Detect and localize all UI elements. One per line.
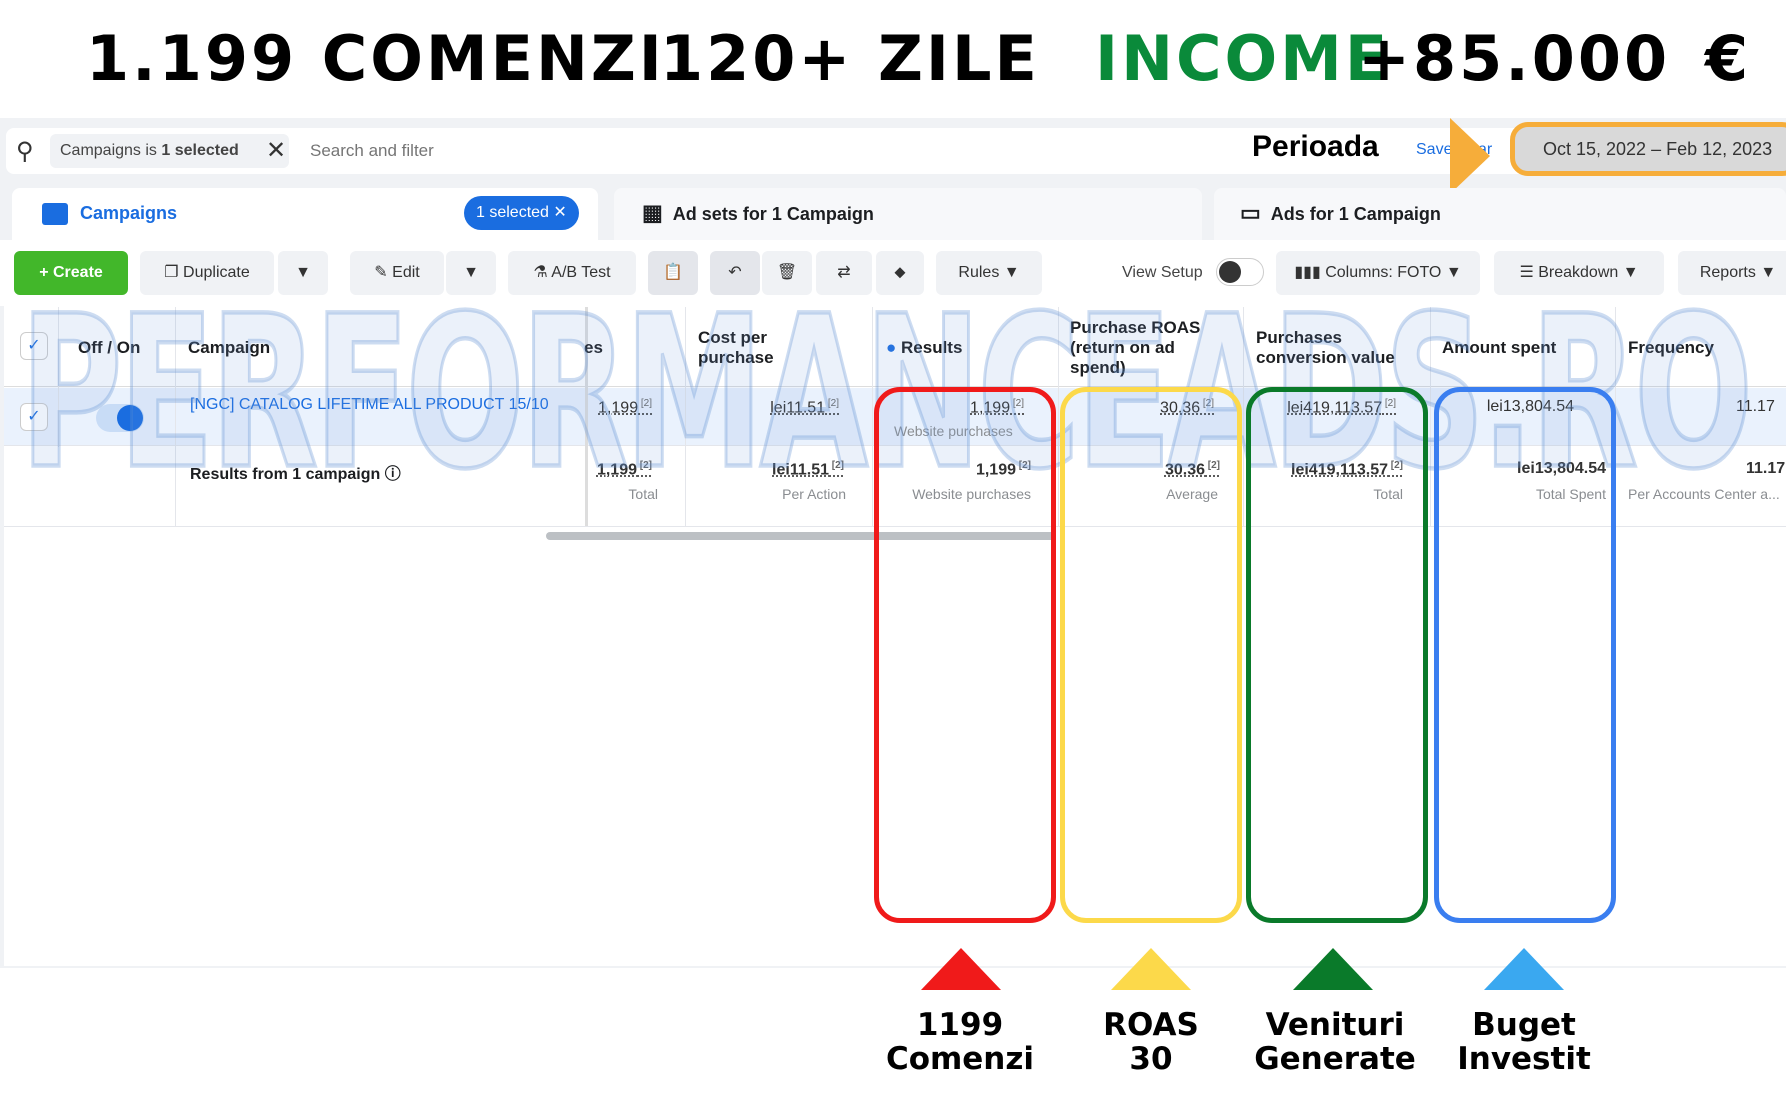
breakdown-icon: ☰	[1519, 264, 1534, 281]
col-roas[interactable]: Purchase ROAS (return on ad spend)	[1070, 318, 1220, 378]
ab-test-button[interactable]: ⚗ A/B Test	[508, 251, 636, 295]
trash-icon[interactable]: 🗑	[762, 251, 812, 295]
view-setup-label: View Setup	[1122, 264, 1203, 281]
period-label: Perioada	[1252, 130, 1379, 163]
row-cost: lei11.51 [2]	[770, 398, 839, 417]
annotation-revenue: Venituri Generate	[1254, 1007, 1416, 1077]
select-all-checkbox[interactable]: ✓	[20, 332, 48, 360]
preview-icon[interactable]: ⇄	[816, 251, 872, 295]
col-frequency[interactable]: Frequency	[1628, 338, 1714, 358]
reports-button[interactable]: Reports ▼	[1678, 251, 1786, 295]
folder-icon	[42, 203, 68, 226]
footnote-marker: [2]	[829, 460, 844, 471]
grid-icon: ▦	[642, 200, 663, 225]
edit-dropdown[interactable]: ▼	[446, 251, 496, 295]
close-icon[interactable]: ✕	[553, 204, 566, 221]
summary-cost-sub: Per Action	[782, 486, 846, 502]
summary-cost: lei11.51 [2]	[772, 460, 844, 479]
annotation-orders: 1199 Comenzi	[885, 1007, 1035, 1077]
arrow-up-icon	[1484, 948, 1564, 990]
arrow-pointer-icon	[1450, 118, 1490, 194]
col-cost[interactable]: Cost per purchase	[698, 328, 808, 368]
summary-frequency-sub: Per Accounts Center a...	[1628, 486, 1780, 502]
col-results[interactable]: ● Results	[886, 338, 962, 358]
headline-currency: €	[1705, 22, 1752, 95]
annotation-budget: Buget Investit	[1457, 1007, 1591, 1077]
arrow-up-icon	[1293, 948, 1373, 990]
filter-chip[interactable]: Campaigns is 1 selected	[50, 134, 289, 168]
search-icon: ⚲	[16, 138, 34, 165]
col-conv-value[interactable]: Purchases conversion value	[1256, 328, 1406, 368]
duplicate-button[interactable]: ❐ Duplicate	[140, 251, 274, 295]
columns-icon: ▮▮▮	[1294, 264, 1321, 281]
duplicate-icon: ❐	[164, 264, 179, 281]
date-range-picker[interactable]: Oct 15, 2022 – Feb 12, 2023	[1510, 122, 1786, 176]
highlight-budget	[1434, 387, 1616, 923]
breakdown-button[interactable]: ☰ Breakdown ▼	[1494, 251, 1664, 295]
campaign-link[interactable]: [NGC] CATALOG LIFETIME ALL PRODUCT 15/10	[190, 396, 549, 414]
tab-ads[interactable]: ▭ Ads for 1 Campaign	[1214, 188, 1786, 240]
col-purchases[interactable]: es	[584, 338, 603, 358]
info-icon[interactable]: ⓘ	[385, 466, 401, 483]
edit-button[interactable]: ✎ Edit	[350, 251, 444, 295]
columns-button[interactable]: ▮▮▮ Columns: FOTO ▼	[1276, 251, 1480, 295]
headline-income-value: +85.000	[1358, 22, 1671, 95]
annotation-roas: ROAS 30	[1103, 1007, 1199, 1077]
footnote-marker: [2]	[637, 460, 652, 471]
undo-icon[interactable]: ↶	[710, 251, 760, 295]
info-icon: ●	[886, 338, 897, 357]
headline-days: 120+ ZILE	[660, 22, 1040, 95]
view-setup-toggle[interactable]	[1216, 258, 1264, 286]
ad-icon: ▭	[1240, 200, 1261, 225]
clipboard-icon[interactable]: 📋	[648, 251, 698, 295]
row-checkbox[interactable]: ✓	[20, 403, 48, 431]
col-campaign[interactable]: Campaign	[188, 338, 270, 358]
tag-icon[interactable]: ⬥	[876, 251, 924, 295]
row-purchases: 1,199 [2]	[598, 398, 652, 417]
rules-button[interactable]: Rules ▼	[936, 251, 1042, 295]
col-spent[interactable]: Amount spent	[1442, 338, 1556, 358]
save-link[interactable]: Save	[1416, 141, 1452, 159]
highlight-revenue	[1246, 387, 1428, 923]
arrow-up-icon	[921, 948, 1001, 990]
col-offon: Off / On	[78, 338, 141, 357]
duplicate-dropdown[interactable]: ▼	[278, 251, 328, 295]
highlight-results	[874, 387, 1056, 923]
selected-badge[interactable]: 1 selected ✕	[464, 196, 579, 230]
close-icon[interactable]: ✕	[266, 136, 286, 165]
summary-label: Results from 1 campaign ⓘ	[190, 466, 401, 483]
summary-purchases: 1,199 [2]	[596, 460, 652, 479]
highlight-roas	[1060, 387, 1242, 923]
headline-income-word: INCOME	[1095, 22, 1391, 95]
flask-icon: ⚗	[533, 264, 548, 281]
summary-frequency: 11.17	[1746, 460, 1786, 477]
search-input[interactable]	[310, 136, 810, 166]
summary-purchases-sub: Total	[628, 486, 658, 502]
row-frequency: 11.17	[1736, 398, 1775, 415]
pencil-icon: ✎	[374, 264, 388, 281]
headline-orders: 1.199 COMENZI	[86, 22, 665, 95]
headline-banner: 1.199 COMENZI 120+ ZILE INCOME +85.000 €	[0, 22, 1786, 107]
footnote-marker: [2]	[638, 398, 652, 409]
footnote-marker: [2]	[825, 398, 839, 409]
arrow-up-icon	[1111, 948, 1191, 990]
campaign-toggle[interactable]	[96, 404, 144, 432]
tab-adsets[interactable]: ▦ Ad sets for 1 Campaign	[614, 188, 1202, 240]
create-button[interactable]: + Create	[14, 251, 128, 295]
